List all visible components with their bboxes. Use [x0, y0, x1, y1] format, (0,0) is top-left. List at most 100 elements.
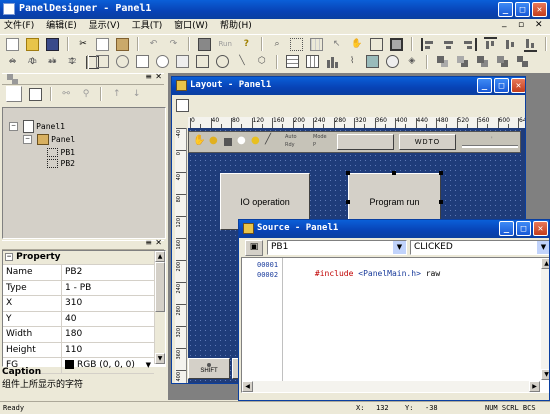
object-select[interactable]: PB1 ▼: [267, 240, 407, 255]
menu-edit[interactable]: 编辑(E): [46, 21, 77, 31]
property-value[interactable]: 180: [62, 327, 154, 342]
chart-tool-icon[interactable]: ⌇: [346, 55, 359, 68]
panel-pin-button[interactable]: ≡: [145, 72, 152, 81]
scroll-left-icon[interactable]: ◀: [242, 381, 253, 392]
tree-structure-icon[interactable]: ⚯: [60, 88, 73, 101]
property-value[interactable]: 1 - PB: [62, 281, 154, 296]
property-row-y[interactable]: Y 40: [3, 311, 154, 327]
layout-maximize-button[interactable]: □: [494, 78, 509, 93]
paste-icon[interactable]: [116, 37, 130, 51]
minimize-button[interactable]: _: [498, 2, 513, 17]
label-tool-icon[interactable]: A: [6, 55, 19, 68]
mdi-minimize-button[interactable]: _: [502, 18, 507, 28]
layout-minimize-button[interactable]: _: [477, 78, 492, 93]
panel-close-button[interactable]: ✕: [155, 72, 162, 81]
save-icon[interactable]: [45, 37, 59, 51]
wdto-button[interactable]: WDTO: [399, 134, 456, 150]
order-forward-icon[interactable]: [475, 55, 489, 68]
layout-document-icon[interactable]: [176, 99, 189, 112]
scroll-thumb[interactable]: [155, 262, 165, 312]
select-icon[interactable]: [290, 37, 304, 51]
close-button[interactable]: ✕: [532, 2, 547, 17]
move-down-icon[interactable]: ↓: [130, 88, 143, 101]
editor-vscrollbar[interactable]: ▲ ▼: [541, 258, 549, 380]
run-button[interactable]: Run: [219, 35, 232, 53]
list-tool-icon[interactable]: [306, 55, 319, 68]
image-tool-icon[interactable]: [365, 55, 379, 68]
selection-handle[interactable]: [439, 200, 443, 204]
chevron-down-icon[interactable]: ▼: [537, 241, 549, 254]
tree-node-pb1[interactable]: PB1: [47, 148, 75, 157]
lamp-tool-icon[interactable]: [116, 55, 130, 68]
menu-tools[interactable]: 工具(T): [132, 21, 163, 31]
shift-button[interactable]: SHIFT: [188, 358, 230, 379]
grid-icon[interactable]: [310, 37, 324, 51]
code-editor[interactable]: 00001 00002 #include <PanelMain.h> raw ▲…: [241, 257, 549, 393]
tree-node-panel[interactable]: − Panel: [23, 134, 75, 145]
mdi-restore-button[interactable]: ▫: [518, 20, 524, 30]
pointer-icon[interactable]: ↖: [330, 38, 343, 51]
text-tool-icon[interactable]: Aa: [26, 55, 39, 68]
panel-view-icon[interactable]: [6, 86, 22, 102]
tree-node-root[interactable]: − Panel1: [9, 120, 65, 133]
line-tool-icon[interactable]: ╲: [236, 55, 249, 68]
cube-tool-icon[interactable]: ◈: [405, 55, 418, 68]
bar-tool-icon[interactable]: [325, 55, 339, 68]
frame-tool-icon[interactable]: [96, 55, 110, 68]
button-tool-icon[interactable]: [175, 55, 189, 68]
menu-window[interactable]: 窗口(W): [174, 21, 208, 31]
order-backward-icon[interactable]: [495, 55, 509, 68]
align-bottom-icon[interactable]: [523, 36, 537, 52]
collapse-icon[interactable]: −: [5, 252, 13, 261]
ab-tool-icon[interactable]: ab: [46, 55, 59, 68]
new-file-icon[interactable]: [6, 37, 19, 51]
chevron-down-icon[interactable]: ▼: [393, 241, 406, 254]
menu-file[interactable]: 文件(F): [4, 21, 34, 31]
zoom-icon[interactable]: ⌕: [271, 38, 284, 51]
scroll-down-icon[interactable]: ▼: [155, 353, 165, 364]
undo-icon[interactable]: ↶: [147, 38, 160, 51]
selection-handle[interactable]: [346, 171, 350, 175]
checkbox-tool-icon[interactable]: [136, 55, 150, 68]
group-icon[interactable]: [515, 55, 529, 68]
property-value[interactable]: 110: [62, 343, 154, 358]
property-value[interactable]: 310: [62, 296, 154, 311]
source-view-icon[interactable]: ▣: [245, 240, 263, 256]
align-left-icon[interactable]: [420, 37, 436, 51]
selection-handle[interactable]: [392, 171, 396, 175]
scroll-up-icon[interactable]: ▲: [155, 251, 165, 262]
open-folder-icon[interactable]: [25, 37, 39, 51]
mdi-close-button[interactable]: ✕: [535, 20, 543, 30]
poly-tool-icon[interactable]: ⬡: [255, 55, 268, 68]
meter-tool-icon[interactable]: [385, 55, 399, 68]
property-value[interactable]: PB2: [62, 265, 154, 280]
print-icon[interactable]: [197, 37, 211, 51]
scroll-up-icon[interactable]: ▲: [541, 258, 549, 269]
scroll-right-icon[interactable]: ▶: [529, 381, 540, 392]
order-front-icon[interactable]: [436, 55, 450, 68]
radio-tool-icon[interactable]: [156, 55, 169, 68]
property-row-type[interactable]: Type 1 - PB: [3, 280, 154, 296]
source-minimize-button[interactable]: _: [499, 221, 514, 236]
source-maximize-button[interactable]: □: [516, 221, 531, 236]
rect-tool-icon[interactable]: [195, 55, 209, 68]
help-icon[interactable]: ?: [240, 38, 253, 51]
align-middle-icon[interactable]: [504, 37, 518, 51]
order-back-icon[interactable]: [456, 55, 469, 68]
tree-collapse-icon[interactable]: ⚲: [80, 88, 93, 101]
editor-hscrollbar[interactable]: ◀ ▶: [242, 381, 540, 392]
menu-help[interactable]: 帮助(H): [220, 21, 252, 31]
cut-icon[interactable]: ✂: [77, 38, 90, 51]
document-view-icon[interactable]: [28, 87, 42, 101]
redo-icon[interactable]: ↷: [167, 38, 180, 51]
tree-expand-icon[interactable]: −: [23, 135, 32, 144]
property-row-width[interactable]: Width 180: [3, 327, 154, 343]
copy-icon[interactable]: [96, 37, 110, 51]
property-scrollbar[interactable]: ▲ ▼: [154, 251, 165, 364]
property-value[interactable]: 40: [62, 312, 154, 327]
move-up-icon[interactable]: ↑: [110, 88, 123, 101]
property-row-height[interactable]: Height 110: [3, 342, 154, 358]
selection-handle[interactable]: [346, 200, 350, 204]
hand-icon[interactable]: ✋: [350, 38, 363, 51]
fill-frame-icon[interactable]: [389, 37, 403, 51]
